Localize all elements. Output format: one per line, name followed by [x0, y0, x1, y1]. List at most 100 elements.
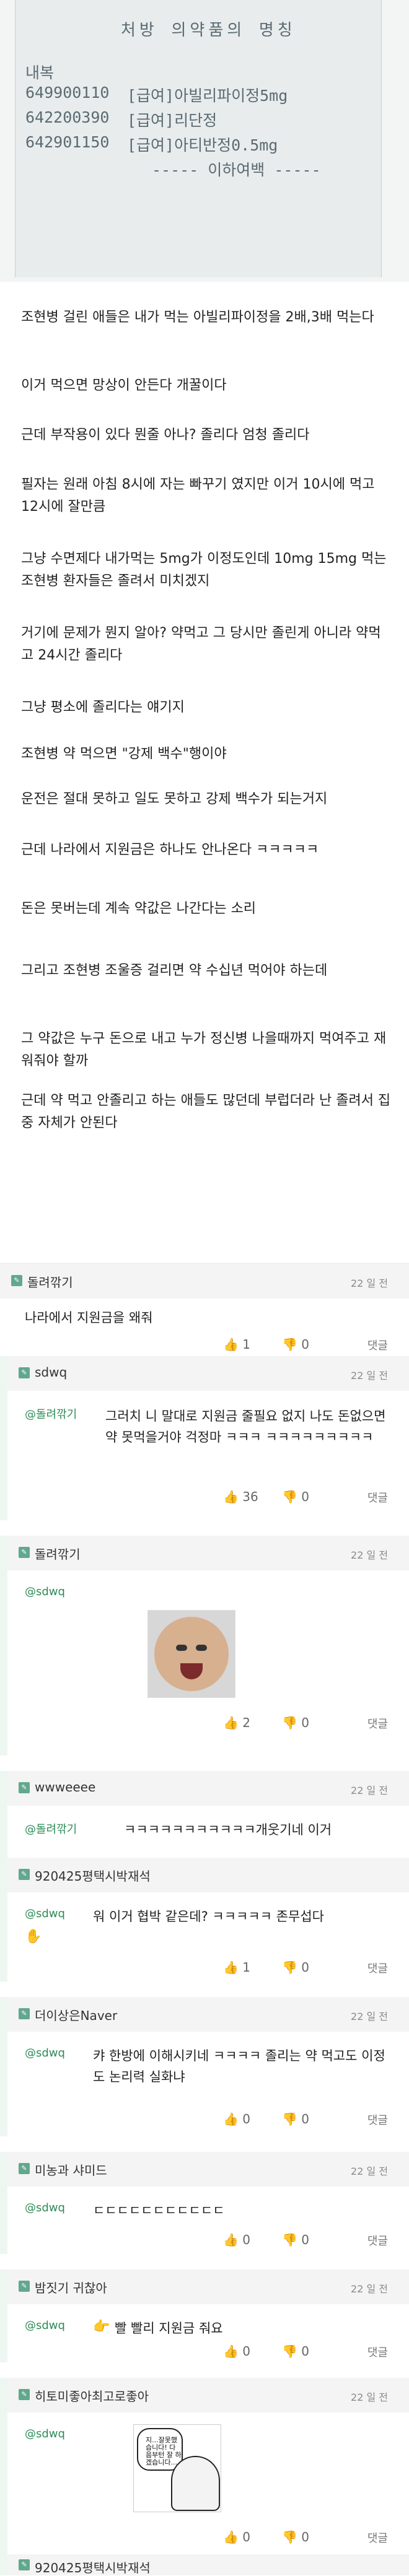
dislike-button[interactable]: 👎 0: [282, 1960, 309, 1975]
dislike-button[interactable]: 👎 0: [282, 1337, 309, 1352]
comment-author[interactable]: 밤짓기 귀찮아: [35, 2278, 107, 2296]
comment-item: ✎ 돌려깎기 22 일 전 나라에서 지원금을 왜줘 👍 1 👎 0 댓글: [0, 1263, 409, 1352]
comment-reply: ✎ sdwq 22 일 전 @돌려깎기 그러치 니 말대로 지원금 줄필요 없지…: [0, 1356, 409, 1520]
like-button[interactable]: 👍 2: [223, 1715, 250, 1730]
dislike-button[interactable]: 👎 0: [282, 2344, 309, 2359]
comment-actions: 👍 2 👎 0 댓글: [0, 1709, 409, 1736]
like-count: 0: [242, 2530, 250, 2544]
reply-button[interactable]: 댓글: [367, 1337, 388, 1353]
dislike-button[interactable]: 👎 0: [282, 1489, 309, 1504]
post-body: 조현병 걸린 애들은 내가 먹는 아빌리파이정을 2배,3배 먹는다 이거 먹으…: [0, 282, 409, 1276]
post-paragraph: 그냥 평소에 졸리다는 얘기지: [21, 700, 185, 715]
reply-button[interactable]: 댓글: [367, 1960, 388, 1976]
comment-header: ✎ 밤짓기 귀찮아 22 일 전: [7, 2269, 409, 2304]
dislike-button[interactable]: 👎 0: [282, 2232, 309, 2247]
comment-actions: 👍 0 👎 0 댓글: [0, 2338, 409, 2365]
dislike-count: 0: [301, 2530, 309, 2544]
comment-author[interactable]: 돌려깎기: [27, 1273, 73, 1290]
comment-mention[interactable]: @sdwq: [25, 2201, 65, 2214]
comment-mention[interactable]: @sdwq: [25, 2427, 65, 2440]
reply-button[interactable]: 댓글: [367, 2232, 388, 2248]
dislike-count: 0: [301, 1960, 309, 1975]
like-count: 2: [242, 1715, 250, 1730]
reply-button[interactable]: 댓글: [367, 2344, 388, 2360]
reply-button[interactable]: 댓글: [367, 2530, 388, 2546]
prescription-row-desc: [급여]아티반정0.5mg: [127, 136, 278, 154]
prescription-header: 처방 의약품의 명칭: [121, 21, 296, 40]
like-button[interactable]: 👍 0: [223, 2232, 250, 2247]
comment-mention[interactable]: @sdwq: [25, 1907, 65, 1920]
post-paragraph: 운전은 절대 못하고 일도 못하고 강제 백수가 되는거지: [21, 791, 328, 807]
dislike-count: 0: [301, 1489, 309, 1504]
comment-mention[interactable]: @돌려깎기: [25, 1406, 77, 1422]
user-icon: ✎: [19, 1869, 30, 1880]
like-count: 1: [242, 1960, 250, 1975]
comment-mention[interactable]: @sdwq: [25, 2319, 65, 2332]
comment-author[interactable]: 돌려깎기: [35, 1544, 81, 1562]
comment-mention[interactable]: @sdwq: [25, 2047, 65, 2060]
comment-text: 캬 한방에 이해시키네 ㅋㅋㅋㅋ 졸리는 약 먹고도 이정도 논리력 실화냐: [93, 2048, 385, 2084]
comment-author[interactable]: 920425평택시박재석: [35, 2558, 151, 2576]
user-icon: ✎: [19, 2008, 30, 2019]
dislike-button[interactable]: 👎 0: [282, 1715, 309, 1730]
comment-reply: ✎ 밤짓기 귀찮아 22 일 전 @sdwq 👉 빨 빨리 지원금 줘요 👍 0…: [0, 2269, 409, 2362]
reply-button[interactable]: 댓글: [367, 2112, 388, 2128]
comment-actions: 👍 1 👎 0 댓글: [0, 1331, 409, 1358]
like-button[interactable]: 👍 0: [223, 2112, 250, 2126]
like-button[interactable]: 👍 0: [223, 2344, 250, 2359]
comment-author[interactable]: 920425평택시박재석: [35, 1866, 151, 1884]
reply-button[interactable]: 댓글: [367, 1715, 388, 1731]
user-icon: ✎: [19, 1367, 30, 1378]
eye: [196, 1645, 207, 1651]
comment-mention[interactable]: @sdwq: [25, 1585, 65, 1598]
sticker-person: [171, 2456, 220, 2511]
comment-actions: 👍 0 👎 0 댓글: [0, 2105, 409, 2133]
comment-time: 22 일 전: [351, 1370, 388, 1382]
comment-time: 22 일 전: [351, 1549, 388, 1561]
dislike-button[interactable]: 👎 0: [282, 2530, 309, 2544]
comment-author[interactable]: sdwq: [35, 1365, 67, 1380]
prescription-row-code: 642200390: [25, 108, 110, 126]
comment-mention[interactable]: @돌려깎기: [25, 1821, 77, 1837]
comment-actions: 👍 0 👎 0 댓글: [0, 2226, 409, 2253]
like-button[interactable]: 👍 36: [223, 1489, 258, 1504]
like-button[interactable]: 👍 0: [223, 2530, 250, 2544]
post-paragraph: 그냥 수면제다 내가먹는 5mg가 이정도인데 10mg 15mg 먹는 조현병…: [21, 551, 387, 589]
hand-icon: ✋: [25, 1929, 42, 1944]
comment-author[interactable]: 미농과 샤미드: [35, 2160, 107, 2178]
comment-reply: ✎ 돌려깎기 22 일 전 @sdwq 👍 2 👎 0 댓글: [0, 1536, 409, 1756]
comment-text: 워 이거 협박 같은데? ㅋㅋㅋㅋㅋ 존무섭다: [93, 1909, 324, 1924]
prescription-photo: 처방 의약품의 명칭 내복 649900110 [급여]아빌리파이정5mg 64…: [0, 0, 409, 282]
comment-time: 22 일 전: [351, 1277, 388, 1289]
like-button[interactable]: 👍 1: [223, 1960, 250, 1975]
comment-time: 22 일 전: [351, 2165, 388, 2177]
like-button[interactable]: 👍 1: [223, 1337, 250, 1352]
post-paragraph: 그 약값은 누구 돈으로 내고 누가 정신병 나을때까지 먹여주고 재워줘야 할…: [21, 1031, 387, 1069]
post-paragraph: 돈은 못버는데 계속 약값은 나간다는 소리: [21, 901, 257, 916]
comment-actions: 👍 0 👎 0 댓글: [0, 2523, 409, 2551]
comment-header: ✎ 돌려깎기 22 일 전: [7, 1536, 409, 1570]
post-paragraph: 근데 약 먹고 안졸리고 하는 애들도 많던데 부럽더라 난 졸려서 집중 자체…: [21, 1093, 391, 1131]
comment-text: ㄷㄷㄷㄷㄷㄷㄷㄷㄷㄷㄷ: [93, 2203, 225, 2218]
reply-button[interactable]: 댓글: [367, 1489, 388, 1505]
reaction-image: [147, 1610, 235, 1698]
comment-text: 빨 빨리 지원금 줘요: [115, 2321, 223, 2336]
prescription-paper: 처방 의약품의 명칭 내복 649900110 [급여]아빌리파이정5mg 64…: [15, 0, 382, 277]
like-count: 0: [242, 2232, 250, 2247]
comment-header: ✎ wwweeee 22 일 전: [7, 1771, 409, 1806]
user-icon: ✎: [11, 1275, 22, 1286]
dislike-button[interactable]: 👎 0: [282, 2112, 309, 2126]
comment-header: ✎ 미농과 샤미드 22 일 전: [7, 2152, 409, 2187]
prescription-row-code: 642901150: [25, 133, 110, 151]
dislike-count: 0: [301, 2344, 309, 2359]
reply-indicator: [0, 2554, 7, 2575]
comment-author[interactable]: 히토미좋아최고로좋아: [35, 2387, 149, 2404]
comment-author[interactable]: 더이상은Naver: [35, 2006, 117, 2024]
comment-time: 22 일 전: [351, 2283, 388, 2295]
dislike-count: 0: [301, 1715, 309, 1730]
comment-reply: ✎ 히토미좋아최고로좋아 22 일 전 @sdwq 지...잘못했습니다! 다음…: [0, 2378, 409, 2554]
user-icon: ✎: [19, 2389, 30, 2400]
comment-author[interactable]: wwweeee: [35, 1780, 95, 1795]
post-paragraph: 거기에 문제가 뭔지 알아? 약먹고 그 당시만 졸린게 아니라 약먹고 24시…: [21, 625, 381, 663]
post-paragraph: 조현병 약 먹으면 "강제 백수"행이야: [21, 746, 227, 762]
